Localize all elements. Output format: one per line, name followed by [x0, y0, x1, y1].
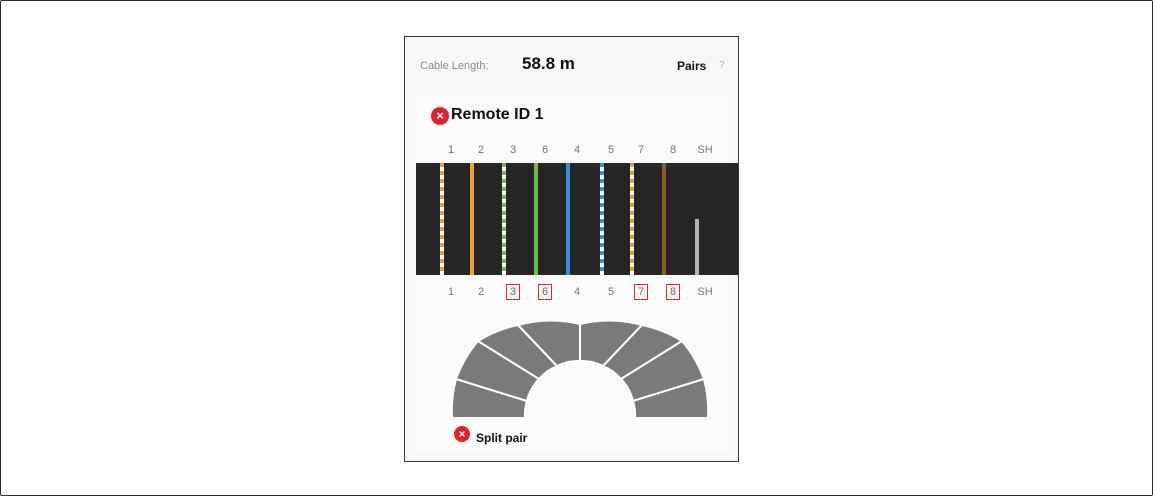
- wire-shield: [695, 219, 699, 275]
- remote-id-title: Remote ID 1: [451, 106, 544, 123]
- wire-label-top: 5: [607, 144, 615, 156]
- wire-label-bottom: 5: [607, 286, 615, 298]
- wire-label-bottom: SH: [697, 286, 713, 298]
- wire-label-bottom: 1: [447, 286, 455, 298]
- wire-7-white-brown: [630, 163, 634, 275]
- wire-label-bottom: 2: [477, 286, 485, 298]
- wire-label-top: 7: [637, 144, 645, 156]
- pairs-view-toggle[interactable]: Pairs: [677, 59, 706, 73]
- wire-2-orange: [470, 163, 474, 275]
- wire-labels-top: 1 2 3 6 4 5 7 8 SH: [415, 142, 738, 158]
- wire-label-top: 1: [447, 144, 455, 156]
- wire-label-top: 3: [509, 144, 517, 156]
- wire-5-white-blue: [600, 163, 604, 275]
- wire-label-bottom-fault: 3: [506, 284, 520, 300]
- wire-label-top: 6: [541, 144, 549, 156]
- cable-length-value: 58.8 m: [522, 54, 575, 73]
- wiremap-board: [416, 163, 738, 275]
- cable-test-panel: Cable Length: 58.8 m Pairs ? × Remote ID…: [404, 36, 739, 462]
- wire-label-bottom-fault: 6: [538, 284, 552, 300]
- wire-6-green: [534, 163, 538, 275]
- cable-length-header: Cable Length: 58.8 m Pairs ?: [418, 53, 725, 77]
- wire-1-white-orange: [440, 163, 444, 275]
- wire-label-top: 4: [573, 144, 581, 156]
- split-pair-gauge: [450, 319, 710, 419]
- wiremap-svg: [440, 163, 699, 275]
- error-x-icon: ×: [454, 426, 470, 442]
- help-icon[interactable]: ?: [719, 60, 725, 71]
- wire-label-top: 8: [669, 144, 677, 156]
- wire-4-blue: [566, 163, 570, 275]
- error-x-icon: ×: [431, 107, 449, 125]
- diagnosis-label: Split pair: [476, 431, 528, 445]
- wire-8-brown: [662, 163, 666, 275]
- wire-label-bottom-fault: 8: [666, 284, 680, 300]
- wire-label-bottom: 4: [573, 286, 581, 298]
- wire-labels-bottom: 1 2 3 6 4 5 7 8 SH: [415, 284, 738, 300]
- wire-label-bottom-fault: 7: [634, 284, 648, 300]
- wire-label-top: SH: [697, 144, 713, 156]
- wire-label-top: 2: [477, 144, 485, 156]
- cable-length-label: Cable Length:: [420, 60, 489, 72]
- wire-3-white-green: [502, 163, 506, 275]
